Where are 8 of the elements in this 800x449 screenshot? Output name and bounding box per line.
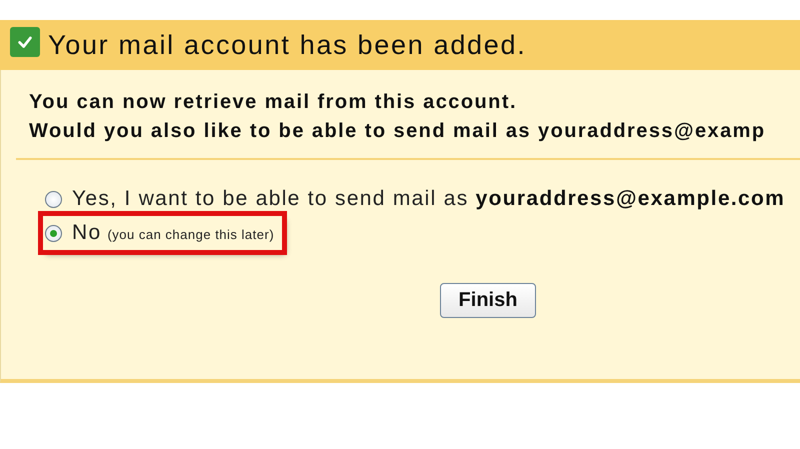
finish-button[interactable]: Finish [440, 283, 536, 318]
message-text: You can now retrieve mail from this account. [29, 90, 518, 115]
radio-button[interactable] [45, 190, 62, 208]
option-label[interactable]: Yes, I want to be able to send mail as youraddress@example.com [72, 187, 786, 211]
radio-button[interactable] [45, 224, 62, 242]
option-label[interactable]: No (you can change this later) [72, 221, 274, 245]
dialog-title: Your mail account has been added. [48, 30, 526, 60]
message-text: Would you also like to be able to send mail as youraddress@examp [29, 119, 767, 144]
